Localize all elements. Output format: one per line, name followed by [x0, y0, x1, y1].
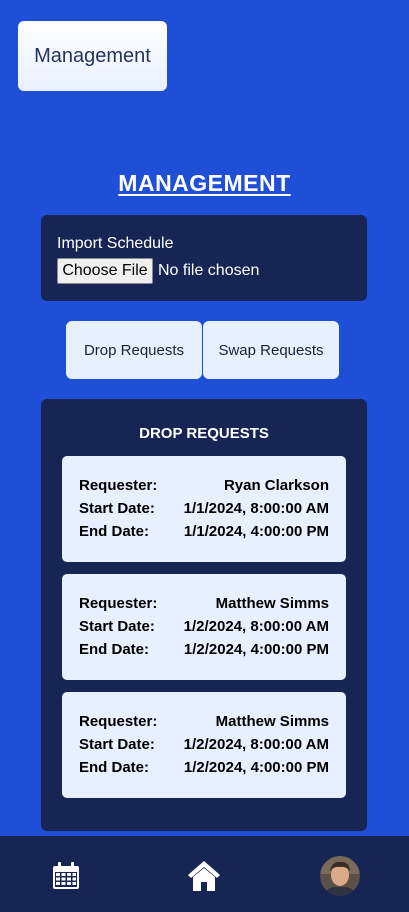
end-date-label: End Date:: [79, 641, 150, 658]
avatar[interactable]: [320, 856, 360, 896]
management-nav-label: Management: [34, 44, 151, 67]
start-date-label: Start Date:: [79, 500, 155, 517]
end-date-value: 1/1/2024, 4:00:00 PM: [183, 523, 329, 540]
start-date-row: Start Date: 1/2/2024, 8:00:00 AM: [79, 618, 329, 638]
requester-label: Requester:: [79, 713, 158, 730]
end-date-row: End Date: 1/2/2024, 4:00:00 PM: [79, 641, 329, 661]
start-date-label: Start Date:: [79, 618, 155, 635]
start-date-label: Start Date:: [79, 736, 155, 753]
start-date-row: Start Date: 1/2/2024, 8:00:00 AM: [79, 736, 329, 756]
tab-drop-requests[interactable]: Drop Requests: [66, 321, 202, 379]
home-icon[interactable]: [184, 856, 224, 896]
end-date-row: End Date: 1/2/2024, 4:00:00 PM: [79, 759, 329, 779]
end-date-row: End Date: 1/1/2024, 4:00:00 PM: [79, 523, 329, 543]
drop-request-card[interactable]: Requester: Matthew Simms Start Date: 1/2…: [62, 574, 346, 680]
end-date-value: 1/2/2024, 4:00:00 PM: [183, 759, 329, 776]
choose-file-button[interactable]: Choose File: [57, 258, 153, 284]
import-schedule-label: Import Schedule: [57, 235, 174, 252]
tab-drop-requests-label: Drop Requests: [83, 341, 185, 359]
start-date-value: 1/2/2024, 8:00:00 AM: [183, 736, 329, 753]
requester-row: Requester: Matthew Simms: [79, 713, 329, 733]
requester-value: Matthew Simms: [215, 595, 329, 612]
drop-requests-title: DROP REQUESTS: [139, 425, 269, 442]
page-title: MANAGEMENT: [118, 170, 291, 196]
tab-swap-requests[interactable]: Swap Requests: [203, 321, 339, 379]
requester-value: Ryan Clarkson: [223, 477, 329, 494]
requester-value: Matthew Simms: [215, 713, 329, 730]
start-date-value: 1/1/2024, 8:00:00 AM: [183, 500, 329, 517]
end-date-label: End Date:: [79, 523, 150, 540]
requester-label: Requester:: [79, 595, 158, 612]
drop-request-card[interactable]: Requester: Ryan Clarkson Start Date: 1/1…: [62, 456, 346, 562]
drop-request-card[interactable]: Requester: Matthew Simms Start Date: 1/2…: [62, 692, 346, 798]
bottom-nav: [0, 836, 409, 912]
calendar-icon[interactable]: [46, 856, 86, 896]
requester-row: Requester: Matthew Simms: [79, 595, 329, 615]
tab-swap-requests-label: Swap Requests: [218, 341, 324, 359]
import-schedule-card: Import Schedule Choose File No file chos…: [41, 215, 367, 301]
requester-label: Requester:: [79, 477, 158, 494]
drop-requests-panel: DROP REQUESTS Requester: Ryan Clarkson S…: [41, 399, 367, 831]
file-status-text: No file chosen: [158, 262, 260, 279]
file-input[interactable]: Choose File No file chosen: [57, 258, 259, 284]
end-date-label: End Date:: [79, 759, 150, 776]
end-date-value: 1/2/2024, 4:00:00 PM: [183, 641, 329, 658]
start-date-row: Start Date: 1/1/2024, 8:00:00 AM: [79, 500, 329, 520]
start-date-value: 1/2/2024, 8:00:00 AM: [183, 618, 329, 635]
requester-row: Requester: Ryan Clarkson: [79, 477, 329, 497]
management-page: Management MANAGEMENT Import Schedule Ch…: [0, 0, 409, 912]
management-nav-button[interactable]: Management: [18, 21, 167, 91]
